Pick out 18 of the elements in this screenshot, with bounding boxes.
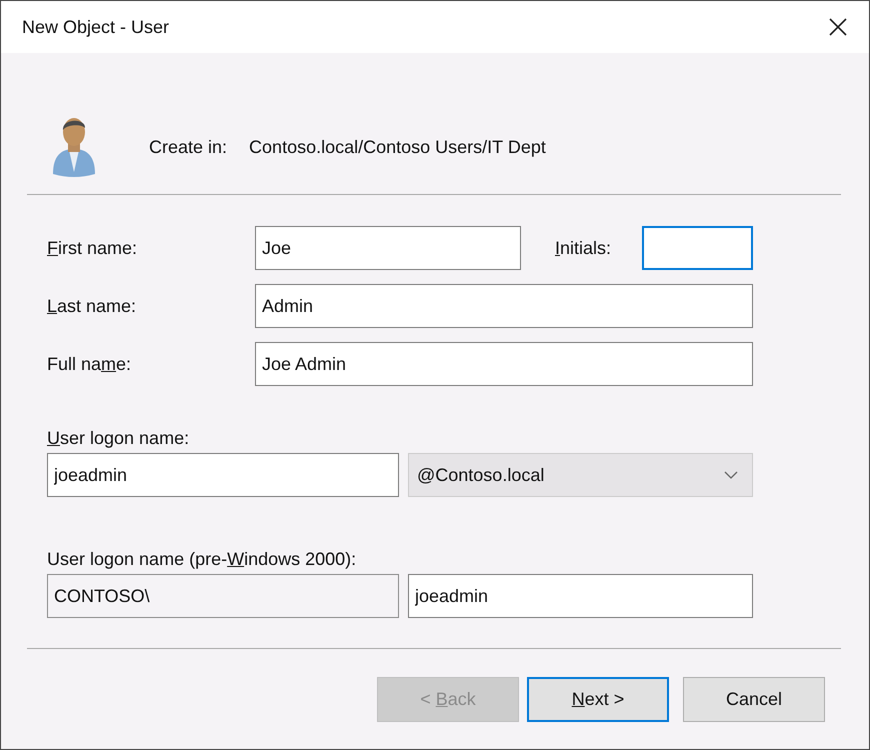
field-label: User logon name (pre-Windows 2000): xyxy=(47,549,358,570)
window-title: New Object - User xyxy=(22,16,170,38)
field-label: Full name: xyxy=(47,354,132,374)
close-icon[interactable] xyxy=(829,18,847,36)
field-label: User logon name: xyxy=(47,428,190,449)
dialog-button[interactable]: Cancel xyxy=(683,677,825,722)
dialog-button[interactable]: Next > xyxy=(527,677,669,722)
initials-field[interactable] xyxy=(642,226,753,270)
create-in-label: Create in: xyxy=(149,136,228,158)
container-path: Contoso.local/Contoso Users/IT Dept xyxy=(249,136,546,158)
domain-prefix-field[interactable]: CONTOSO\ xyxy=(47,574,399,618)
field-label: Initials: xyxy=(555,238,612,258)
field-label: First name: xyxy=(47,238,138,258)
field-label: Last name: xyxy=(47,296,138,316)
chevron-down-icon xyxy=(724,471,738,479)
full-name-field[interactable]: Joe Admin xyxy=(255,342,753,386)
first-name-field[interactable]: Joe xyxy=(255,226,521,270)
last-name-field[interactable]: Admin xyxy=(255,284,753,328)
